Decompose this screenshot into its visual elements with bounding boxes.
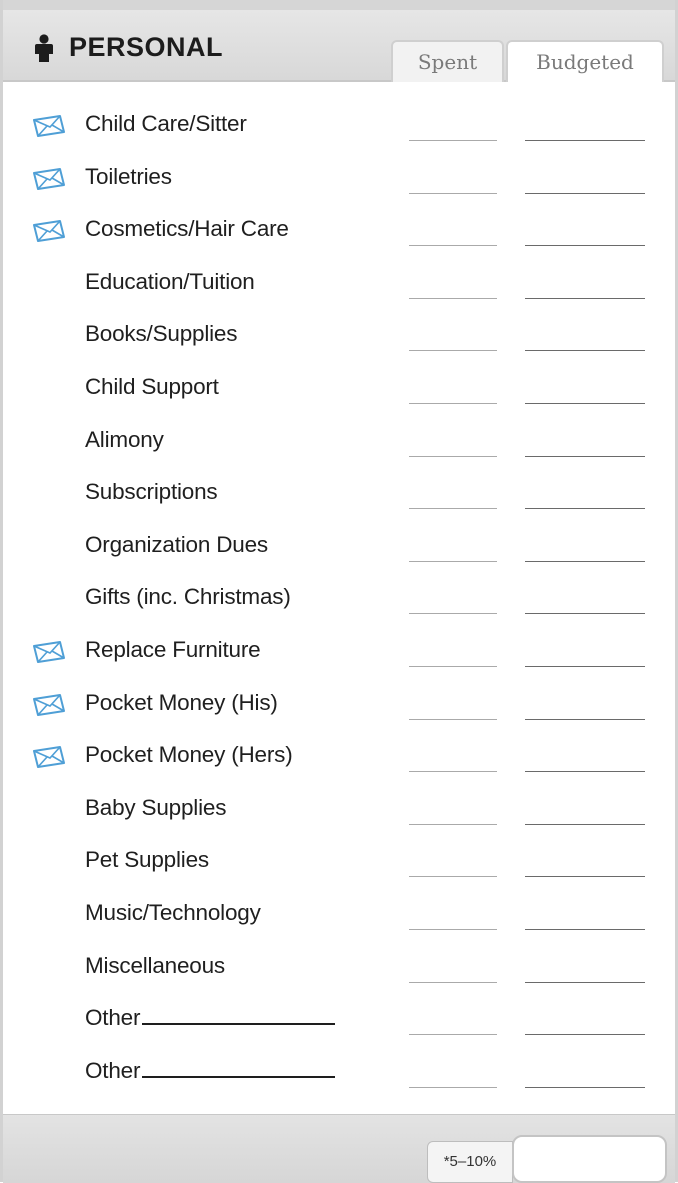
spent-entry-line[interactable]: [409, 981, 497, 983]
budgeted-entry-line[interactable]: [525, 981, 645, 983]
budget-item-row: Music/Technology: [3, 889, 675, 942]
spent-entry-line[interactable]: [409, 350, 497, 352]
percentage-note: *5–10%: [427, 1141, 513, 1183]
budget-item-label: Pocket Money (Hers): [85, 742, 293, 768]
spent-entry-line[interactable]: [409, 192, 497, 194]
budget-item-row: Miscellaneous: [3, 942, 675, 995]
person-icon: [35, 33, 53, 62]
budget-item-row: Pocket Money (His): [3, 679, 675, 732]
budget-item-label: Miscellaneous: [85, 952, 225, 978]
budget-item-label: Child Care/Sitter: [85, 111, 247, 136]
spent-entry-line[interactable]: [409, 508, 497, 510]
budget-item-row: Subscriptions: [3, 468, 675, 521]
budgeted-entry-line[interactable]: [525, 823, 645, 825]
other-write-in-line[interactable]: [142, 1007, 336, 1026]
other-item: Other: [85, 1057, 336, 1084]
budget-item-row: Education/Tuition: [3, 258, 675, 311]
budget-items-list: Child Care/Sitter Toiletries Cosmetics/Hai…: [3, 100, 675, 1099]
spent-entry-line[interactable]: [409, 560, 497, 562]
envelope-icon: [33, 693, 65, 716]
budget-item-label: Education/Tuition: [85, 268, 255, 294]
envelope-icon: [33, 220, 65, 243]
spent-entry-line[interactable]: [409, 876, 497, 878]
spent-entry-line[interactable]: [409, 928, 497, 930]
budget-page: PERSONAL Spent Budgeted Child Care/Sitte…: [0, 0, 678, 1183]
spent-entry-line[interactable]: [409, 140, 497, 141]
spent-entry-line[interactable]: [409, 455, 497, 457]
budgeted-entry-line[interactable]: [525, 402, 645, 404]
other-write-in-line[interactable]: [142, 1060, 336, 1078]
budget-item-label: Gifts (inc. Christmas): [85, 584, 291, 610]
budget-item-row: Replace Furniture: [3, 626, 675, 679]
budget-item-label: Organization Dues: [85, 531, 268, 557]
budget-item-row: Pocket Money (Hers): [3, 731, 675, 784]
envelope-icon: [33, 167, 65, 190]
budgeted-entry-line[interactable]: [525, 350, 645, 352]
spent-entry-line[interactable]: [409, 718, 497, 720]
budgeted-entry-line[interactable]: [525, 1086, 645, 1088]
budget-item-row: Organization Dues: [3, 521, 675, 574]
budget-item-label: Books/Supplies: [85, 321, 238, 347]
budget-item-label: Toiletries: [85, 163, 172, 189]
budgeted-entry-line[interactable]: [525, 245, 645, 247]
spent-entry-line[interactable]: [409, 402, 497, 404]
budgeted-entry-line[interactable]: [525, 140, 645, 141]
section-header: PERSONAL Spent Budgeted: [3, 10, 675, 82]
budgeted-entry-line[interactable]: [525, 771, 645, 773]
budgeted-entry-line[interactable]: [525, 1034, 645, 1036]
budget-item-label: Child Support: [85, 373, 219, 399]
other-label: Other: [85, 1057, 141, 1083]
budget-item-row: Child Support: [3, 363, 675, 416]
budgeted-entry-line[interactable]: [525, 665, 645, 667]
budget-item-row: Other: [3, 1047, 675, 1100]
budget-item-row: Alimony: [3, 416, 675, 469]
budget-item-label: Alimony: [85, 426, 164, 452]
budgeted-entry-line[interactable]: [525, 928, 645, 930]
spent-entry-line[interactable]: [409, 613, 497, 615]
top-band: [3, 0, 675, 10]
budget-item-row: Baby Supplies: [3, 784, 675, 837]
budget-item-row: Gifts (inc. Christmas): [3, 573, 675, 626]
budgeted-entry-line[interactable]: [525, 876, 645, 878]
total-input-box[interactable]: [512, 1135, 667, 1183]
section-title: PERSONAL: [33, 32, 223, 63]
spent-entry-line[interactable]: [409, 823, 497, 825]
budget-item-row: Cosmetics/Hair Care: [3, 205, 675, 258]
budgeted-entry-line[interactable]: [525, 560, 645, 562]
budget-item-label: Baby Supplies: [85, 794, 227, 820]
budgeted-entry-line[interactable]: [525, 455, 645, 457]
budget-item-row: Pet Supplies: [3, 836, 675, 889]
budgeted-entry-line[interactable]: [525, 718, 645, 720]
envelope-icon: [33, 640, 65, 663]
budget-item-label: Subscriptions: [85, 479, 218, 505]
budget-item-label: Cosmetics/Hair Care: [85, 216, 289, 242]
budget-item-label: Pet Supplies: [85, 847, 209, 873]
budget-item-row: Child Care/Sitter: [3, 100, 675, 153]
tab-budgeted[interactable]: Budgeted: [506, 40, 664, 82]
budget-item-row: Books/Supplies: [3, 310, 675, 363]
budgeted-entry-line[interactable]: [525, 508, 645, 510]
budget-item-row: Other: [3, 994, 675, 1047]
budget-item-label: Music/Technology: [85, 899, 261, 925]
budgeted-entry-line[interactable]: [525, 297, 645, 299]
envelope-icon: [33, 115, 65, 137]
footer: *5–10%: [3, 1114, 675, 1183]
spent-entry-line[interactable]: [409, 665, 497, 667]
spent-entry-line[interactable]: [409, 1086, 497, 1088]
other-item: Other: [85, 1005, 336, 1031]
envelope-icon: [33, 746, 65, 769]
budgeted-entry-line[interactable]: [525, 192, 645, 194]
tab-spent[interactable]: Spent: [391, 40, 504, 82]
spent-entry-line[interactable]: [409, 245, 497, 247]
budgeted-entry-line[interactable]: [525, 613, 645, 615]
budget-item-label: Replace Furniture: [85, 636, 261, 662]
other-label: Other: [85, 1005, 141, 1031]
spent-entry-line[interactable]: [409, 297, 497, 299]
section-title-label: PERSONAL: [69, 32, 224, 62]
budget-item-label: Pocket Money (His): [85, 689, 278, 715]
spent-entry-line[interactable]: [409, 771, 497, 773]
budget-item-row: Toiletries: [3, 153, 675, 206]
spent-entry-line[interactable]: [409, 1034, 497, 1036]
